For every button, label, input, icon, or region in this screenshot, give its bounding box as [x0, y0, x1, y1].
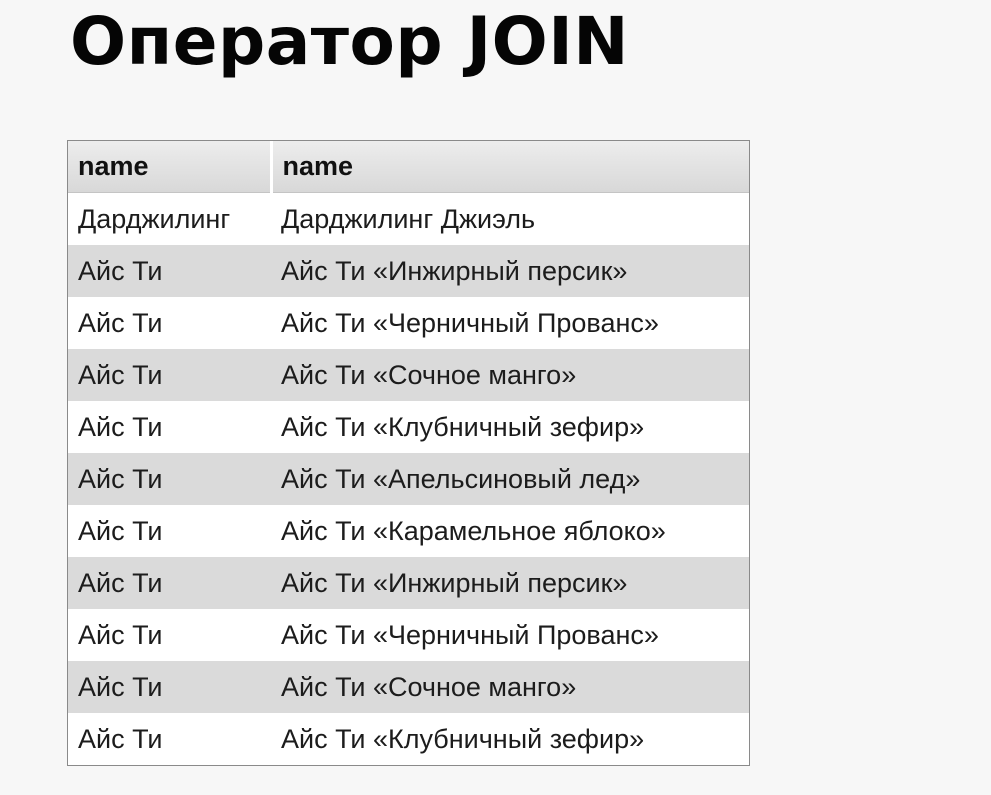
table-row: Айс Ти Айс Ти «Черничный Прованс»: [68, 609, 749, 661]
table-cell: Айс Ти «Клубничный зефир»: [271, 713, 749, 765]
table-cell: Айс Ти: [68, 557, 271, 609]
table-row: Айс Ти Айс Ти «Сочное манго»: [68, 349, 749, 401]
table-row: Айс Ти Айс Ти «Сочное манго»: [68, 661, 749, 713]
table-cell: Дарджилинг Джиэль: [271, 192, 749, 245]
table-cell: Айс Ти «Апельсиновый лед»: [271, 453, 749, 505]
table-cell: Айс Ти «Сочное манго»: [271, 349, 749, 401]
table-row: Айс Ти Айс Ти «Инжирный персик»: [68, 557, 749, 609]
table-cell: Айс Ти «Черничный Прованс»: [271, 609, 749, 661]
table-body: Дарджилинг Дарджилинг Джиэль Айс Ти Айс …: [68, 192, 749, 765]
column-header-name-2[interactable]: name: [271, 141, 749, 193]
table-cell: Айс Ти: [68, 297, 271, 349]
table-row: Айс Ти Айс Ти «Черничный Прованс»: [68, 297, 749, 349]
table-row: Айс Ти Айс Ти «Апельсиновый лед»: [68, 453, 749, 505]
table-cell: Айс Ти: [68, 609, 271, 661]
result-grid: name name Дарджилинг Дарджилинг Джиэль А…: [68, 141, 749, 765]
query-result-table: name name Дарджилинг Дарджилинг Джиэль А…: [67, 140, 750, 766]
table-cell: Айс Ти «Инжирный персик»: [271, 245, 749, 297]
table-row: Айс Ти Айс Ти «Клубничный зефир»: [68, 401, 749, 453]
table-row: Дарджилинг Дарджилинг Джиэль: [68, 192, 749, 245]
table-cell: Айс Ти: [68, 401, 271, 453]
table-cell: Айс Ти: [68, 505, 271, 557]
slide-title: Оператор JOIN: [70, 3, 630, 80]
table-cell: Айс Ти «Черничный Прованс»: [271, 297, 749, 349]
table-cell: Дарджилинг: [68, 192, 271, 245]
table-cell: Айс Ти «Карамельное яблоко»: [271, 505, 749, 557]
table-cell: Айс Ти «Клубничный зефир»: [271, 401, 749, 453]
table-cell: Айс Ти «Инжирный персик»: [271, 557, 749, 609]
column-header-name-1[interactable]: name: [68, 141, 273, 193]
table-row: Айс Ти Айс Ти «Клубничный зефир»: [68, 713, 749, 765]
header-row: name name: [68, 141, 749, 193]
table-cell: Айс Ти «Сочное манго»: [271, 661, 749, 713]
table-cell: Айс Ти: [68, 349, 271, 401]
table-header: name name: [68, 141, 749, 193]
table-row: Айс Ти Айс Ти «Инжирный персик»: [68, 245, 749, 297]
table-cell: Айс Ти: [68, 661, 271, 713]
table-cell: Айс Ти: [68, 453, 271, 505]
table-cell: Айс Ти: [68, 245, 271, 297]
table-row: Айс Ти Айс Ти «Карамельное яблоко»: [68, 505, 749, 557]
table-cell: Айс Ти: [68, 713, 271, 765]
